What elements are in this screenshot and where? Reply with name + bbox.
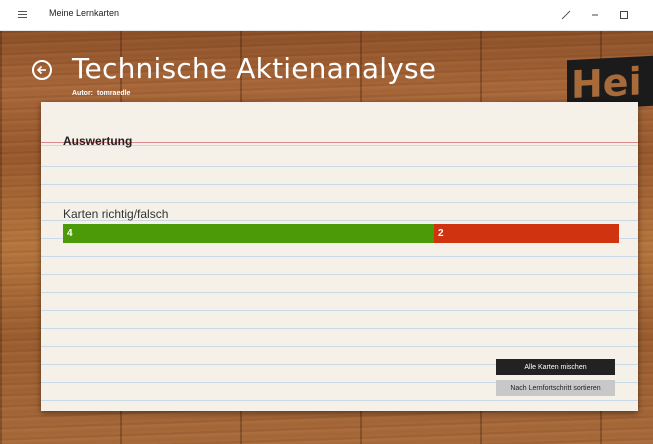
- author-name: tomraedle: [97, 90, 131, 97]
- expand-icon[interactable]: [552, 5, 580, 25]
- wrong-segment: 2: [434, 224, 619, 243]
- back-arrow-icon[interactable]: [32, 60, 52, 80]
- title-bar: Meine Lernkarten: [0, 0, 653, 31]
- minimize-icon[interactable]: [581, 5, 609, 25]
- evaluation-card: Auswertung Karten richtig/falsch 4 2 All…: [41, 102, 638, 411]
- correct-segment: 4: [63, 224, 434, 243]
- author-line: Autor: tomraedle: [72, 90, 130, 97]
- section-title: Auswertung: [63, 134, 133, 148]
- author-label: Autor:: [72, 90, 93, 97]
- shuffle-button[interactable]: Alle Karten mischen: [496, 359, 615, 375]
- hamburger-icon[interactable]: [16, 9, 30, 21]
- sort-button[interactable]: Nach Lernfortschritt sortieren: [496, 380, 615, 396]
- result-bar: 4 2: [63, 224, 619, 243]
- bar-label: Karten richtig/falsch: [63, 207, 169, 221]
- window-title: Meine Lernkarten: [49, 8, 120, 18]
- page-title: Technische Aktienanalyse: [72, 52, 437, 85]
- maximize-icon[interactable]: [610, 5, 638, 25]
- app-window: Meine Lernkarten Hei Technische Aktienan…: [0, 0, 653, 444]
